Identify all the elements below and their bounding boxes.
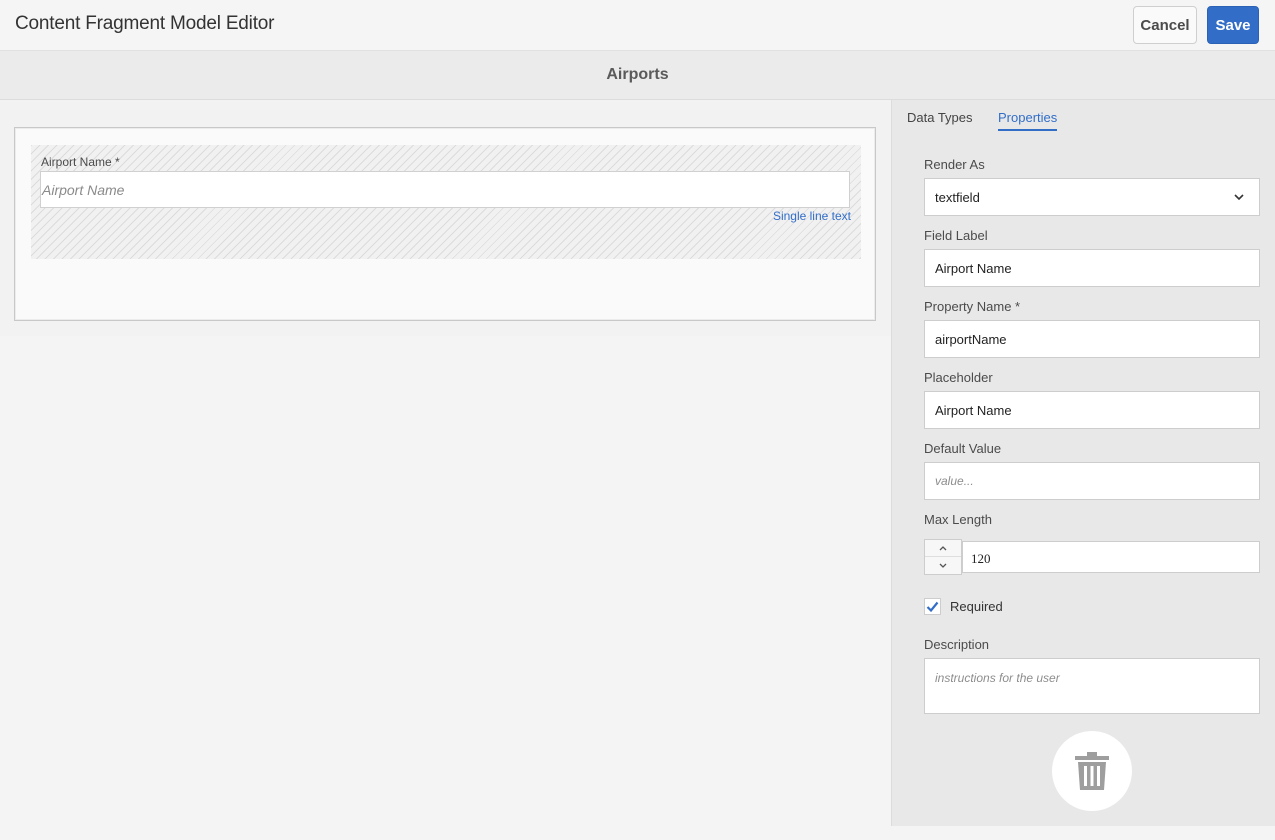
chevron-down-icon [939, 563, 947, 568]
model-canvas-card[interactable]: Airport Name * Airport Name Single line … [14, 127, 876, 321]
chevron-down-icon [1234, 194, 1244, 201]
top-bar: Content Fragment Model Editor Cancel Sav… [0, 0, 1275, 51]
stepper-increment-button[interactable] [925, 540, 961, 557]
max-length-input[interactable]: 120 [962, 541, 1260, 573]
properties-sidebar: Data Types Properties Render As textfiel… [891, 100, 1275, 826]
tab-properties[interactable]: Properties [998, 110, 1058, 131]
default-value-label: Default Value [924, 441, 1002, 456]
checkmark-icon [926, 601, 939, 613]
tab-data-types[interactable]: Data Types [907, 110, 973, 125]
model-title-bar: Airports [0, 51, 1275, 100]
field-preview-input[interactable]: Airport Name [40, 171, 850, 208]
field-label-input[interactable]: Airport Name [924, 249, 1260, 287]
property-name-input[interactable]: airportName [924, 320, 1260, 358]
chevron-up-icon [939, 546, 947, 551]
render-as-select[interactable]: textfield [924, 178, 1260, 216]
placeholder-label: Placeholder [924, 370, 993, 385]
render-as-label: Render As [924, 157, 985, 172]
trash-icon [1075, 752, 1109, 790]
max-length-label: Max Length [924, 512, 992, 527]
max-length-stepper [924, 539, 962, 575]
model-title: Airports [606, 66, 669, 83]
description-label: Description [924, 637, 990, 652]
field-label-label: Field Label [924, 228, 988, 243]
app-title: Content Fragment Model Editor [15, 13, 275, 34]
field-label: Airport Name * [41, 155, 120, 169]
required-checkbox[interactable] [924, 598, 941, 615]
cancel-button[interactable]: Cancel [1133, 6, 1197, 44]
editor-canvas: Airport Name * Airport Name Single line … [0, 100, 891, 336]
required-label: Required [950, 599, 1003, 614]
save-button[interactable]: Save [1207, 6, 1259, 44]
property-name-label: Property Name * [924, 299, 1021, 314]
field-block-airport-name[interactable]: Airport Name * Airport Name Single line … [31, 145, 861, 259]
stepper-decrement-button[interactable] [925, 557, 961, 574]
placeholder-input[interactable]: Airport Name [924, 391, 1260, 429]
field-type-label: Single line text [772, 209, 851, 223]
description-textarea[interactable]: instructions for the user [924, 658, 1260, 714]
render-as-value: textfield [935, 190, 980, 205]
default-value-input[interactable]: value... [924, 462, 1260, 500]
delete-field-button[interactable] [1052, 731, 1132, 811]
